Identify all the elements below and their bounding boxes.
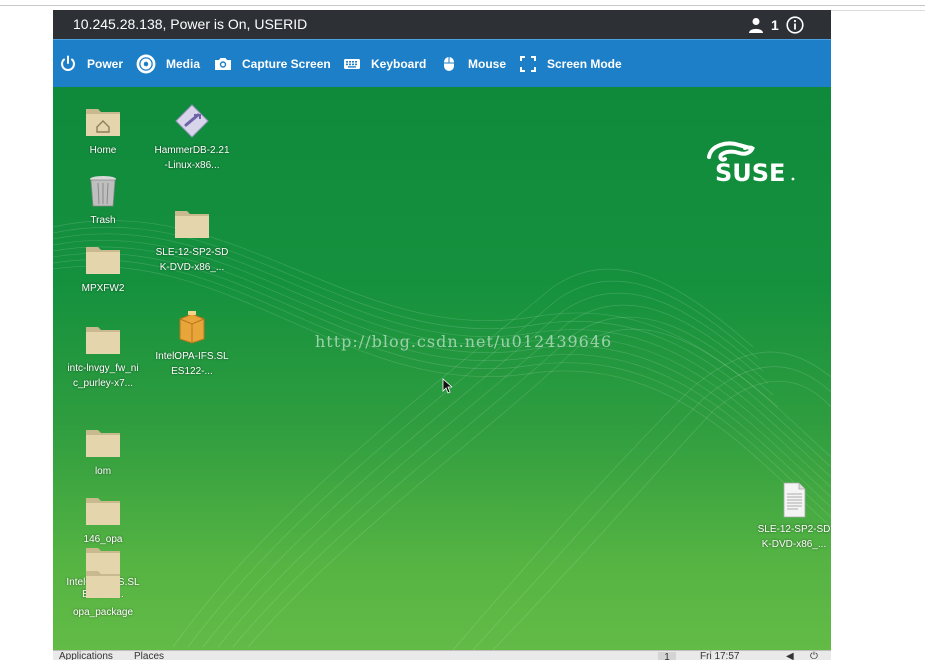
places-menu[interactable]: Places: [134, 651, 164, 660]
keyboard-icon: [344, 59, 360, 69]
folder-icon: [86, 430, 120, 457]
workspace-switcher[interactable]: 1: [658, 652, 676, 660]
capture-screen-label: Capture Screen: [242, 57, 331, 71]
desktop-icon-label: MPXFW2: [81, 283, 125, 294]
screen-mode-label: Screen Mode: [547, 57, 622, 71]
home-folder-icon: [86, 109, 120, 136]
folder-icon: [86, 571, 120, 598]
folder-icon: [86, 247, 120, 274]
user-icon[interactable]: [748, 17, 764, 33]
power-menu-icon[interactable]: ⏻: [810, 651, 818, 660]
desktop-icon-lom[interactable]: lom: [65, 424, 141, 479]
volume-icon[interactable]: ◀: [786, 651, 794, 660]
console-titlebar: 10.245.28.138, Power is On, USERID 1: [53, 10, 831, 39]
screen-mode-button[interactable]: Screen Mode: [519, 40, 622, 88]
desktop-icon-home[interactable]: Home: [65, 103, 141, 158]
power-button[interactable]: Power: [59, 40, 123, 88]
suse-wordmark: SUSE: [715, 159, 785, 185]
desktop-icon-label: HammerDB-2.21-Linux-x86...: [154, 145, 230, 171]
trash-icon: [90, 176, 116, 207]
folder-icon: [86, 498, 120, 525]
document-icon: [783, 482, 806, 518]
folder-icon: [175, 211, 209, 238]
power-icon: [61, 55, 75, 71]
media-button[interactable]: Media: [136, 40, 200, 88]
desktop-icon-label: opa_package: [72, 607, 134, 618]
desktop-icon-label: Home: [89, 145, 117, 156]
desktop-icon-sle-sdk-folder[interactable]: SLE-12-SP2-SDK-DVD-x86_...: [154, 205, 230, 275]
camera-icon: [215, 58, 231, 70]
desktop-icon-opa-package[interactable]: opa_package: [65, 565, 141, 619]
folder-icon: [86, 327, 120, 354]
installer-icon: [175, 104, 209, 138]
power-label: Power: [87, 57, 124, 71]
desktop-icon-label: lom: [94, 466, 112, 477]
suse-desktop[interactable]: Home Trash MPXFW2 intc-lnvgy_fw_nic_purl…: [53, 87, 831, 650]
desktop-icon-label: IntelOPA-IFS.SLES122-...: [155, 351, 229, 377]
desktop-icon-label: Trash: [90, 215, 116, 226]
package-icon: [179, 311, 205, 344]
capture-screen-button[interactable]: Capture Screen: [214, 40, 331, 88]
mouse-icon: [444, 57, 454, 71]
desktop-icon-sle-sdk-document[interactable]: SLE-12-SP2-SDK-DVD-x86_...: [756, 482, 831, 552]
desktop-icon-intelopa-package[interactable]: IntelOPA-IFS.SLES122-...: [154, 309, 230, 379]
page-top-rule: [0, 5, 925, 6]
watermark-text: http://blog.csdn.net/u012439646: [315, 332, 613, 351]
user-count: 1: [771, 17, 779, 33]
window-title: 10.245.28.138, Power is On, USERID: [73, 16, 308, 32]
desktop-taskbar: Applications Places 1 Fri 17:57 ◀ ⏻: [53, 650, 831, 660]
page-right-rule: [831, 10, 925, 11]
applications-menu[interactable]: Applications: [59, 651, 113, 660]
media-disc-icon: [136, 54, 156, 74]
desktop-icon-hammerdb[interactable]: HammerDB-2.21-Linux-x86...: [154, 103, 230, 173]
desktop-icon-mpxfw2[interactable]: MPXFW2: [65, 241, 141, 296]
media-label: Media: [166, 57, 201, 71]
desktop-icon-label: SLE-12-SP2-SDK-DVD-x86_...: [155, 247, 229, 273]
mouse-button[interactable]: Mouse: [440, 40, 506, 88]
desktop-icon-label: SLE-12-SP2-SDK-DVD-x86_...: [757, 524, 831, 550]
desktop-icon-146-opa[interactable]: 146_opa: [65, 492, 141, 547]
keyboard-label: Keyboard: [371, 57, 427, 71]
mouse-label: Mouse: [468, 57, 507, 71]
suse-logo: SUSE: [707, 141, 795, 185]
fullscreen-icon: [520, 56, 536, 72]
workspace-number: 1: [664, 652, 670, 660]
clock[interactable]: Fri 17:57: [700, 651, 739, 660]
remote-console: 10.245.28.138, Power is On, USERID 1 Pow…: [53, 10, 831, 660]
desktop-icon-trash[interactable]: Trash: [65, 173, 141, 228]
mouse-pointer-icon: [442, 378, 452, 394]
desktop-icon-label: intc-lnvgy_fw_nic_purley-x7...: [67, 363, 139, 389]
desktop-icon-intc-fw-nic[interactable]: intc-lnvgy_fw_nic_purley-x7...: [65, 321, 141, 391]
keyboard-button[interactable]: Keyboard: [343, 40, 426, 88]
info-icon[interactable]: [786, 16, 804, 34]
console-toolbar: Power Media Capture Screen Keyboard Mous…: [53, 39, 831, 87]
